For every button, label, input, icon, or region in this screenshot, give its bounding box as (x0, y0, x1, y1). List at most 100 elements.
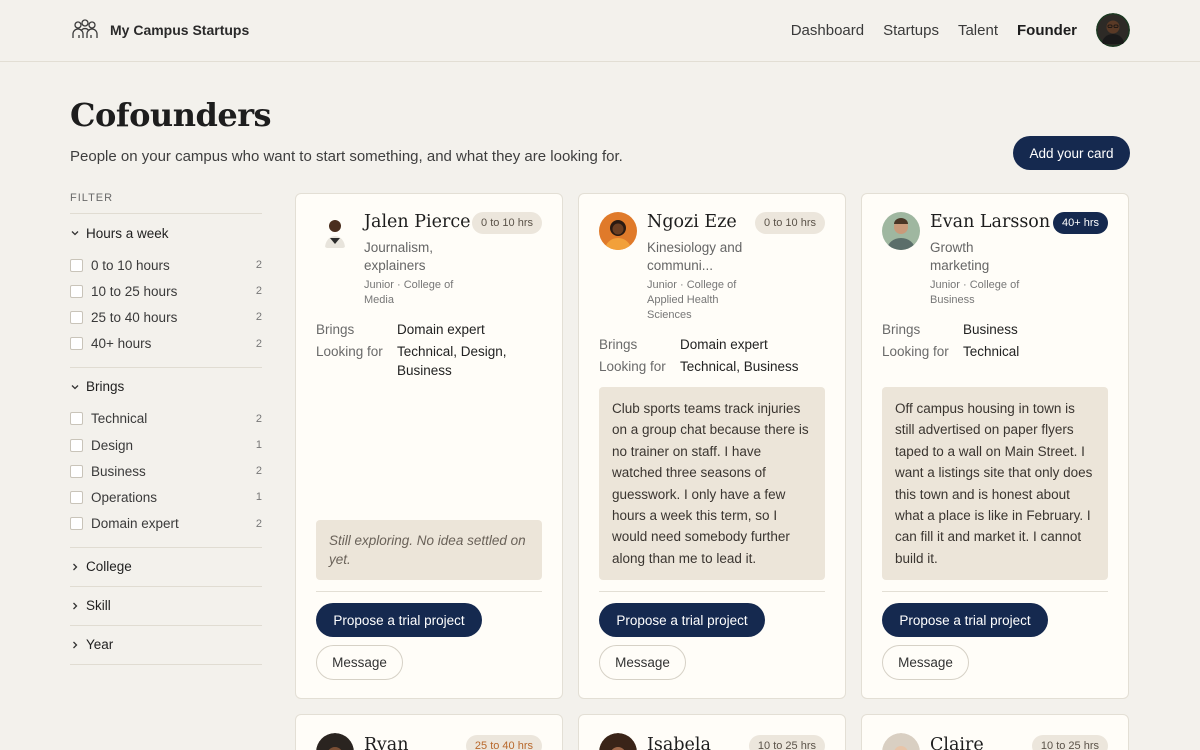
hours-badge: 10 to 25 hrs (1031, 735, 1108, 750)
filter-group-toggle[interactable]: College (70, 548, 262, 586)
filter-option-count: 1 (255, 491, 262, 504)
filter-option-label: 0 to 10 hours (91, 257, 170, 273)
filter-group-title: College (86, 559, 132, 575)
message-button[interactable]: Message (599, 645, 686, 680)
filter-option-label: Design (91, 437, 134, 453)
filter-option-count: 2 (255, 285, 262, 298)
filter-checkbox[interactable] (70, 310, 83, 324)
filter-checkbox[interactable] (70, 284, 83, 298)
avatar (316, 733, 354, 750)
cofounder-meta: Junior · College of Business (930, 279, 1020, 306)
looking-for-label: Looking for (599, 359, 666, 374)
nav-dashboard[interactable]: Dashboard (791, 22, 864, 39)
filter-group-toggle[interactable]: Skill (70, 587, 262, 625)
filter-option-label: Operations (91, 489, 158, 505)
cofounder-name: Evan Larsson (930, 212, 1051, 232)
filter-option-count: 1 (255, 439, 262, 452)
cofounder-role: Kinesiology and communi... (647, 240, 743, 273)
filter-option[interactable]: 0 to 10 hours 2 (70, 252, 262, 278)
brand[interactable]: My Campus Startups (70, 18, 249, 42)
propose-trial-button[interactable]: Propose a trial project (599, 603, 765, 637)
hours-badge: 40+ hrs (1053, 212, 1108, 234)
cofounder-role: Growth marketing (930, 240, 990, 273)
cofounder-card: Ryan 25 to 40 hrs (295, 714, 563, 750)
propose-trial-button[interactable]: Propose a trial project (882, 603, 1048, 637)
avatar (316, 212, 354, 250)
page-subtitle: People on your campus who want to start … (70, 148, 623, 165)
filter-option[interactable]: Design 1 (70, 432, 262, 458)
filter-group-toggle[interactable]: Hours a week (70, 214, 262, 252)
looking-for-value: Technical, Business (680, 359, 799, 374)
filter-option-count: 2 (255, 412, 262, 425)
filter-group-toggle[interactable]: Brings (70, 368, 262, 406)
filter-option-label: Technical (91, 411, 148, 427)
looking-for-label: Looking for (882, 344, 949, 359)
filter-checkbox[interactable] (70, 412, 83, 426)
hours-badge: 25 to 40 hrs (465, 735, 542, 750)
propose-trial-button[interactable]: Propose a trial project (316, 603, 482, 637)
cofounder-name: Jalen Pierce (364, 212, 471, 232)
filter-option[interactable]: Domain expert 2 (70, 511, 262, 537)
cofounder-meta: Junior · College of Media (364, 279, 454, 306)
nav-talent[interactable]: Talent (958, 22, 998, 39)
people-group-icon (72, 19, 98, 38)
filter-checkbox[interactable] (70, 438, 83, 452)
filter-option[interactable]: 25 to 40 hours 2 (70, 304, 262, 330)
cofounder-card: Isabela 10 to 25 hrs (578, 714, 846, 750)
message-button[interactable]: Message (882, 645, 969, 680)
main-nav: Dashboard Startups Talent Founder (791, 13, 1130, 47)
filter-option-label: 25 to 40 hours (91, 309, 178, 325)
filter-group-title: Brings (86, 379, 125, 395)
brings-value: Domain expert (680, 337, 768, 352)
brings-value: Domain expert (397, 322, 485, 337)
brings-value: Business (963, 322, 1018, 337)
brings-label: Brings (882, 322, 921, 337)
filter-checkbox[interactable] (70, 464, 83, 478)
filter-checkbox[interactable] (70, 517, 83, 531)
looking-for-value: Technical (963, 344, 1020, 359)
filter-option[interactable]: Operations 1 (70, 484, 262, 510)
page-title: Cofounders (70, 96, 272, 134)
chevron-right-icon (73, 563, 78, 571)
chevron-right-icon (73, 602, 78, 610)
filter-group-college: College (70, 548, 262, 587)
cofounder-card: Claire 10 to 25 hrs (861, 714, 1129, 750)
hours-badge: 10 to 25 hrs (748, 735, 825, 750)
chevron-right-icon (73, 641, 78, 649)
filter-group-brings: Brings Technical 2 Design 1 Business 2 Oper… (70, 368, 262, 548)
filter-option-count: 2 (255, 311, 262, 324)
filter-checkbox[interactable] (70, 490, 83, 504)
filter-group-title: Hours a week (86, 225, 169, 241)
filter-option[interactable]: 10 to 25 hours 2 (70, 278, 262, 304)
filter-option-count: 2 (255, 517, 262, 530)
filter-checkbox[interactable] (70, 258, 83, 272)
filter-option[interactable]: Business 2 (70, 458, 262, 484)
filter-group-title: Skill (86, 598, 111, 614)
filter-option[interactable]: Technical 2 (70, 406, 262, 432)
filter-group-toggle[interactable]: Year (70, 626, 262, 664)
brings-label: Brings (599, 337, 638, 352)
cofounder-name: Ngozi Eze (647, 212, 737, 232)
cofounder-pitch: Off campus housing in town is still adve… (882, 387, 1108, 580)
filter-option-label: 10 to 25 hours (91, 283, 178, 299)
cofounder-name: Claire (930, 735, 984, 750)
filter-checkbox[interactable] (70, 337, 83, 351)
filter-option-count: 2 (255, 259, 262, 272)
message-button[interactable]: Message (316, 645, 403, 680)
user-avatar[interactable] (1096, 13, 1130, 47)
filter-option-label: 40+ hours (91, 336, 152, 352)
card-divider (882, 591, 1108, 592)
avatar (599, 733, 637, 750)
card-divider (599, 591, 825, 592)
add-your-card-button[interactable]: Add your card (1013, 136, 1130, 170)
nav-startups[interactable]: Startups (883, 22, 939, 39)
card-divider (316, 591, 542, 592)
cofounder-pitch: Club sports teams track injuries on a gr… (599, 387, 825, 580)
filter-option-label: Domain expert (91, 516, 179, 532)
top-bar: My Campus Startups Dashboard Startups Ta… (0, 0, 1200, 62)
filter-group-skill: Skill (70, 587, 262, 626)
nav-founder[interactable]: Founder (1017, 22, 1077, 39)
filter-option[interactable]: 40+ hours 2 (70, 331, 262, 357)
cofounder-name: Isabela (647, 735, 711, 750)
looking-for-value: Technical, Design, Business (397, 344, 507, 378)
